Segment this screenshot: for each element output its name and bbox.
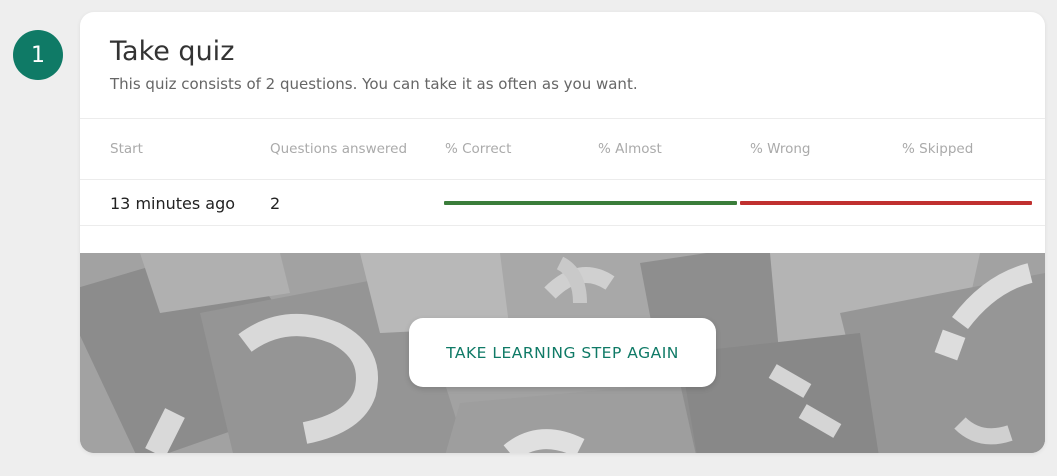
header-wrong: % Wrong [750, 141, 811, 157]
results-table: Start Questions answered % Correct % Alm… [80, 119, 1045, 226]
quiz-card: Take quiz This quiz consists of 2 questi… [80, 12, 1045, 453]
header-skipped: % Skipped [902, 141, 974, 157]
header-questions-answered: Questions answered [270, 141, 408, 157]
header-correct: % Correct [445, 141, 512, 157]
cell-start: 13 minutes ago [110, 194, 236, 213]
header-start: Start [110, 141, 143, 157]
table-header: Start Questions answered % Correct % Alm… [80, 119, 1045, 180]
step-number-badge: 1 [13, 30, 63, 80]
table-row: 13 minutes ago 2 [80, 180, 1045, 226]
take-learning-step-again-button[interactable]: TAKE LEARNING STEP AGAIN [409, 318, 716, 387]
step-number: 1 [31, 42, 45, 68]
wrong-progress-bar [739, 201, 1032, 205]
card-subtitle: This quiz consists of 2 questions. You c… [110, 75, 638, 93]
card-title: Take quiz [110, 36, 235, 67]
cell-questions-answered: 2 [270, 194, 281, 213]
card-header: Take quiz This quiz consists of 2 questi… [80, 12, 1045, 119]
correct-progress-bar [444, 201, 737, 205]
header-almost: % Almost [598, 141, 662, 157]
